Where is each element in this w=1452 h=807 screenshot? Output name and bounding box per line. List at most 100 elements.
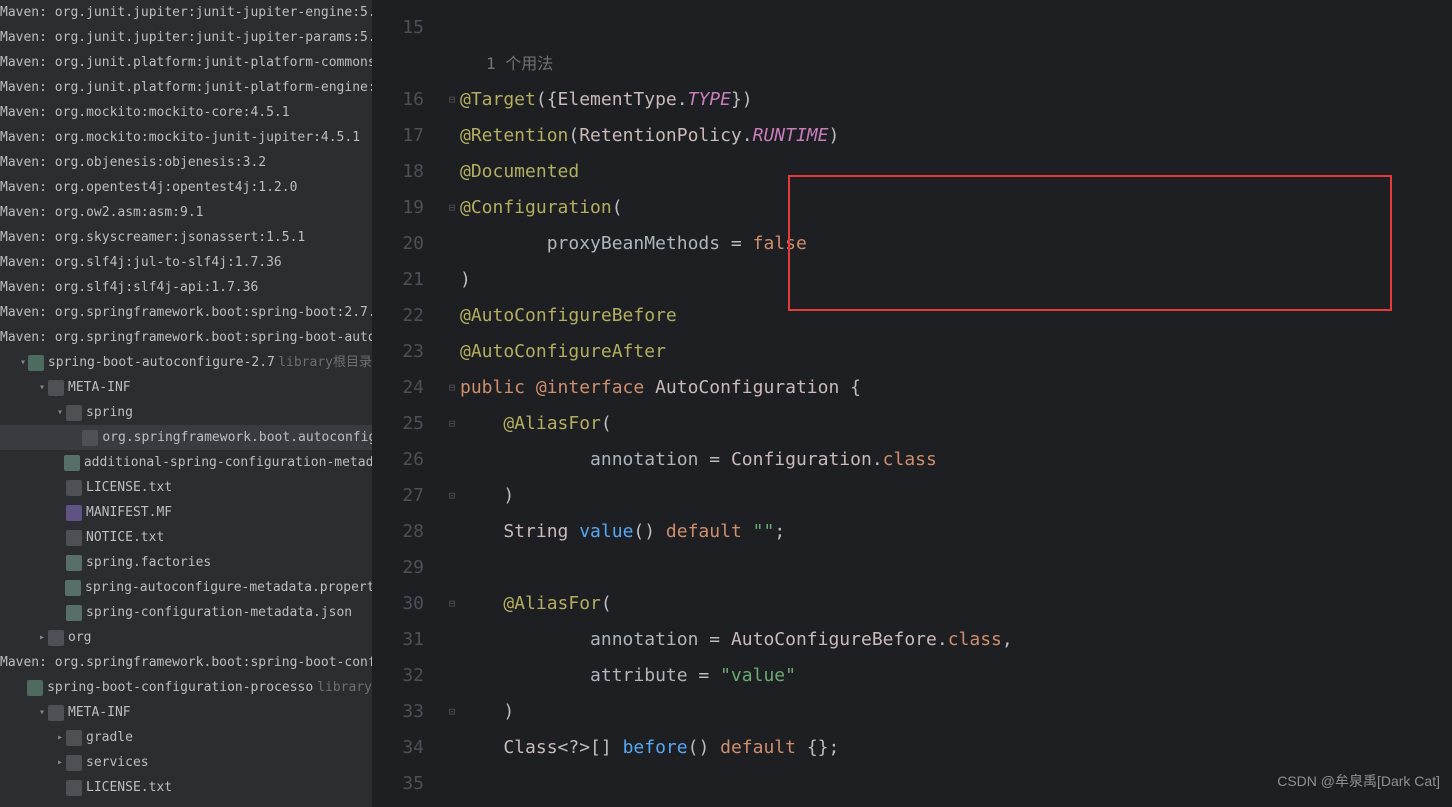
tree-item[interactable]: ▾META-INF	[0, 375, 372, 400]
code-line[interactable]: annotation = Configuration.class	[460, 442, 1013, 478]
tree-item[interactable]: ▸org	[0, 625, 372, 650]
chevron-icon[interactable]: ▸	[54, 750, 66, 775]
tree-item[interactable]: Maven: org.mockito:mockito-core:4.5.1	[0, 100, 372, 125]
tree-item[interactable]: spring.factories	[0, 550, 372, 575]
tree-item[interactable]: Maven: org.junit.jupiter:junit-jupiter-e…	[0, 0, 372, 25]
code-line[interactable]	[460, 10, 1013, 46]
tree-item[interactable]: Maven: org.slf4j:jul-to-slf4j:1.7.36	[0, 250, 372, 275]
tree-item-label: Maven: org.junit.platform:junit-platform…	[0, 50, 372, 75]
code-line[interactable]	[460, 766, 1013, 802]
usage-hint[interactable]: 1 个用法	[460, 46, 1013, 82]
fold-marker[interactable]	[444, 334, 460, 370]
tree-item-label: Maven: org.mockito:mockito-core:4.5.1	[0, 100, 290, 125]
code-line[interactable]: )	[460, 262, 1013, 298]
fold-marker[interactable]	[444, 658, 460, 694]
fold-marker[interactable]: ⊟	[444, 370, 460, 406]
code-line[interactable]	[460, 550, 1013, 586]
code-line[interactable]: )	[460, 694, 1013, 730]
tree-item[interactable]: ▾META-INF	[0, 700, 372, 725]
tree-item[interactable]: Maven: org.junit.platform:junit-platform…	[0, 50, 372, 75]
fold-marker[interactable]	[444, 46, 460, 82]
line-number: 30	[372, 586, 424, 622]
tree-item[interactable]: NOTICE.txt	[0, 525, 372, 550]
tree-item[interactable]: ▸services	[0, 750, 372, 775]
code-line[interactable]: attribute = "value"	[460, 658, 1013, 694]
tree-item[interactable]: Maven: org.junit.jupiter:junit-jupiter-p…	[0, 25, 372, 50]
tree-item[interactable]: Maven: org.springframework.boot:spring-b…	[0, 325, 372, 350]
fold-marker[interactable]: ⊟	[444, 406, 460, 442]
fold-marker[interactable]	[444, 766, 460, 802]
tree-item[interactable]: Maven: org.junit.platform:junit-platform…	[0, 75, 372, 100]
tree-item-label: spring-boot-autoconfigure-2.7.2.jar	[48, 350, 274, 375]
tree-item[interactable]: Maven: org.skyscreamer:jsonassert:1.5.1	[0, 225, 372, 250]
code-line[interactable]: proxyBeanMethods = false	[460, 226, 1013, 262]
fold-marker[interactable]	[444, 514, 460, 550]
tree-item[interactable]: Maven: org.slf4j:slf4j-api:1.7.36	[0, 275, 372, 300]
code-line[interactable]: @AliasFor(	[460, 406, 1013, 442]
tree-item[interactable]: Maven: org.ow2.asm:asm:9.1	[0, 200, 372, 225]
tree-item[interactable]: Maven: org.opentest4j:opentest4j:1.2.0	[0, 175, 372, 200]
line-number: 19	[372, 190, 424, 226]
fold-marker[interactable]	[444, 154, 460, 190]
tree-item[interactable]: spring-configuration-metadata.json	[0, 600, 372, 625]
code-line[interactable]: @Target({ElementType.TYPE})	[460, 82, 1013, 118]
fold-marker[interactable]	[444, 226, 460, 262]
code-line[interactable]: @Configuration(	[460, 190, 1013, 226]
fold-column[interactable]: ⊟⊟⊟⊟⊡⊟⊡	[444, 0, 460, 807]
fold-marker[interactable]	[444, 550, 460, 586]
tree-item[interactable]: ▾spring	[0, 400, 372, 425]
chevron-icon[interactable]: ▾	[36, 375, 48, 400]
code-line[interactable]: )	[460, 478, 1013, 514]
code-line[interactable]: Class<?>[] before() default {};	[460, 730, 1013, 766]
fold-marker[interactable]	[444, 442, 460, 478]
fold-marker[interactable]: ⊟	[444, 586, 460, 622]
code-line[interactable]: @AutoConfigureBefore	[460, 298, 1013, 334]
fold-marker[interactable]	[444, 730, 460, 766]
chevron-icon[interactable]: ▸	[54, 725, 66, 750]
tree-item[interactable]: Maven: org.springframework.boot:spring-b…	[0, 650, 372, 675]
code-line[interactable]: @Retention(RetentionPolicy.RUNTIME)	[460, 118, 1013, 154]
tree-item[interactable]: ▾spring-boot-autoconfigure-2.7.2.jarlibr…	[0, 350, 372, 375]
code-line[interactable]: @Documented	[460, 154, 1013, 190]
fold-marker[interactable]	[444, 10, 460, 46]
chevron-icon[interactable]: ▾	[36, 700, 48, 725]
tree-item[interactable]: additional-spring-configuration-metadata…	[0, 450, 372, 475]
code-area[interactable]: 1 个用法@Target({ElementType.TYPE})@Retenti…	[460, 0, 1013, 807]
code-line[interactable]: @AutoConfigureAfter	[460, 334, 1013, 370]
tree-item-label: spring-autoconfigure-metadata.properties	[85, 575, 372, 600]
tree-item[interactable]: MANIFEST.MF	[0, 500, 372, 525]
tree-item[interactable]: LICENSE.txt	[0, 775, 372, 800]
code-editor[interactable]: 1516171819202122232425262728293031323334…	[372, 0, 1452, 807]
fold-marker[interactable]	[444, 118, 460, 154]
chevron-icon[interactable]: ▾	[18, 350, 28, 375]
chevron-icon[interactable]: ▸	[36, 625, 48, 650]
fold-marker[interactable]	[444, 298, 460, 334]
tree-item[interactable]: Maven: org.springframework.boot:spring-b…	[0, 300, 372, 325]
code-line[interactable]: annotation = AutoConfigureBefore.class,	[460, 622, 1013, 658]
code-line[interactable]: public @interface AutoConfiguration {	[460, 370, 1013, 406]
file-icon	[66, 530, 82, 546]
code-line[interactable]: @AliasFor(	[460, 586, 1013, 622]
tree-item-label: gradle	[86, 725, 133, 750]
fold-marker[interactable]: ⊡	[444, 694, 460, 730]
tree-item[interactable]: Maven: org.mockito:mockito-junit-jupiter…	[0, 125, 372, 150]
fold-marker[interactable]: ⊟	[444, 82, 460, 118]
prop-icon	[65, 580, 81, 596]
line-number: 35	[372, 766, 424, 802]
tree-item[interactable]: spring-autoconfigure-metadata.properties	[0, 575, 372, 600]
json-icon	[64, 455, 80, 471]
fold-marker[interactable]: ⊡	[444, 478, 460, 514]
fold-marker[interactable]	[444, 622, 460, 658]
code-line[interactable]: String value() default "";	[460, 514, 1013, 550]
chevron-icon[interactable]: ▾	[54, 400, 66, 425]
tree-item[interactable]: org.springframework.boot.autoconfigure.A	[0, 425, 372, 450]
tree-item[interactable]: spring-boot-configuration-processor-2.7.…	[0, 675, 372, 700]
tree-item[interactable]: ▸ gradle	[0, 725, 372, 750]
fold-marker[interactable]: ⊟	[444, 190, 460, 226]
tree-item[interactable]: LICENSE.txt	[0, 475, 372, 500]
line-number: 32	[372, 658, 424, 694]
project-tree-sidebar[interactable]: Maven: org.junit.jupiter:junit-jupiter-e…	[0, 0, 372, 807]
tree-item-label: Maven: org.springframework.boot:spring-b…	[0, 300, 372, 325]
tree-item[interactable]: Maven: org.objenesis:objenesis:3.2	[0, 150, 372, 175]
fold-marker[interactable]	[444, 262, 460, 298]
